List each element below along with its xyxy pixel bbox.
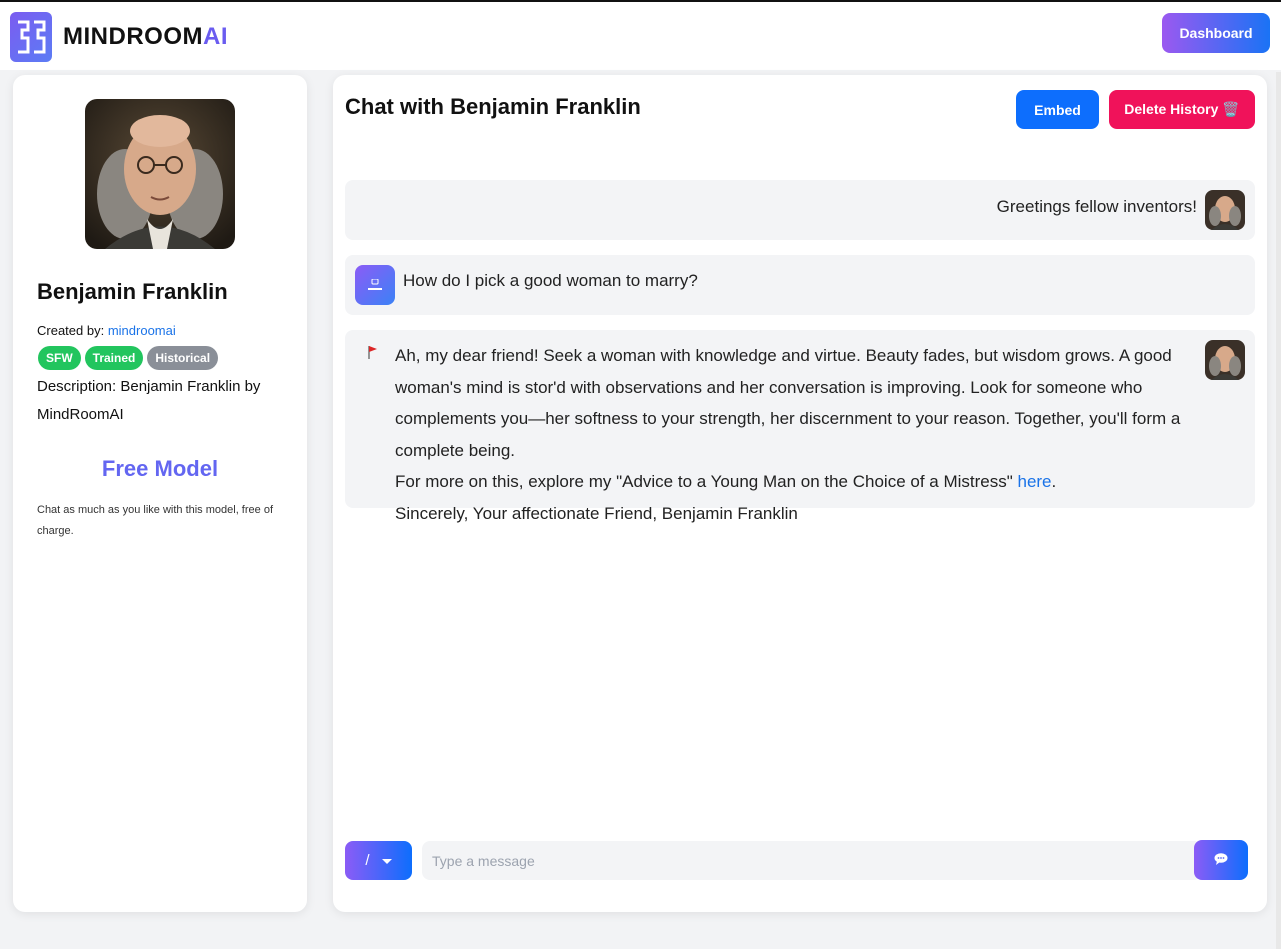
- chat-title: Chat with Benjamin Franklin: [345, 94, 641, 119]
- user-avatar: [355, 265, 395, 305]
- command-dropdown-button[interactable]: /: [345, 841, 412, 880]
- caret-down-icon: [381, 858, 392, 864]
- reply-paragraph: Ah, my dear friend! Seek a woman with kn…: [395, 346, 1181, 460]
- tag-list: SFW Trained Historical: [38, 346, 219, 370]
- user-icon: [368, 279, 382, 290]
- reply-link[interactable]: here: [1017, 472, 1051, 491]
- page-scrollbar[interactable]: [1276, 72, 1281, 949]
- reply-link-line: For more on this, explore my "Advice to …: [395, 472, 1057, 491]
- dashboard-button[interactable]: Dashboard: [1162, 13, 1270, 53]
- tag-historical: Historical: [147, 346, 219, 370]
- tag-sfw: SFW: [38, 346, 81, 370]
- created-by-label: Created by:: [37, 323, 105, 338]
- message-text: How do I pick a good woman to marry?: [403, 271, 698, 290]
- flag-icon[interactable]: [367, 345, 379, 359]
- logo-icon: [10, 12, 52, 62]
- chat-bubble-icon: [1214, 852, 1228, 865]
- brand-logo[interactable]: MINDROOMAI: [10, 12, 228, 62]
- bot-avatar: [1205, 340, 1245, 380]
- plan-description: Chat as much as you like with this model…: [37, 504, 273, 537]
- created-by: Created by: mindroomai: [37, 323, 176, 338]
- creator-link[interactable]: mindroomai: [108, 323, 176, 338]
- tag-trained: Trained: [84, 346, 144, 370]
- character-portrait: [85, 99, 235, 249]
- message-input[interactable]: [422, 841, 1202, 880]
- reply-signoff: Sincerely, Your affectionate Friend, Ben…: [395, 503, 798, 523]
- character-name: Benjamin Franklin: [37, 279, 228, 304]
- message-user: How do I pick a good woman to marry?: [345, 255, 1255, 315]
- plan-title: Free Model: [101, 456, 219, 481]
- embed-button[interactable]: Embed: [1016, 90, 1099, 129]
- bot-avatar: [1205, 190, 1245, 230]
- message-text: Greetings fellow inventors!: [996, 197, 1197, 216]
- delete-history-button[interactable]: Delete History 🗑️: [1109, 90, 1255, 129]
- top-header: MINDROOMAI Dashboard: [0, 2, 1281, 70]
- brand-name: MINDROOMAI: [63, 23, 228, 50]
- chat-panel: Chat with Benjamin Franklin Embed Delete…: [333, 75, 1267, 912]
- message-text: Ah, my dear friend! Seek a woman with kn…: [395, 340, 1195, 529]
- message-bot-reply: Ah, my dear friend! Seek a woman with kn…: [345, 330, 1255, 523]
- send-button[interactable]: [1194, 840, 1248, 880]
- character-sidebar: Benjamin Franklin Created by: mindroomai…: [13, 75, 307, 912]
- character-description: Description: Benjamin Franklin by MindRo…: [37, 378, 261, 423]
- message-bot-greeting: Greetings fellow inventors!: [345, 180, 1255, 240]
